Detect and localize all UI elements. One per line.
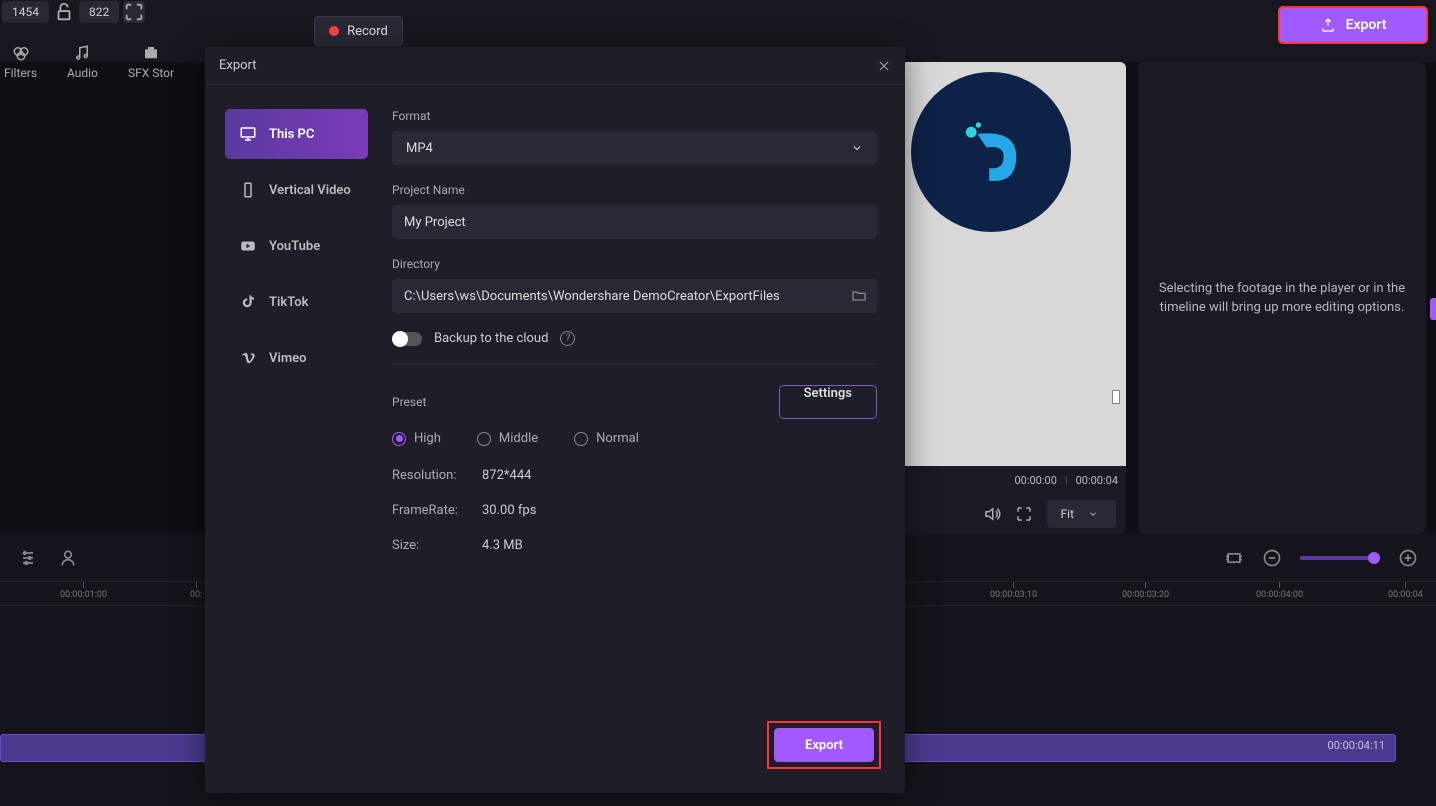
fit-dropdown[interactable]: Fit xyxy=(1047,500,1116,528)
youtube-icon xyxy=(239,237,257,255)
sidebar-item-this-pc[interactable]: This PC xyxy=(225,109,368,159)
zoom-slider[interactable] xyxy=(1300,556,1380,560)
resolution-key: Resolution: xyxy=(392,468,482,483)
export-top-label: Export xyxy=(1346,17,1387,33)
format-label: Format xyxy=(392,109,877,123)
preview-canvas[interactable] xyxy=(901,62,1126,466)
framerate-key: FrameRate: xyxy=(392,503,482,518)
record-button[interactable]: Record xyxy=(314,16,403,46)
zoom-in-icon[interactable] xyxy=(1398,548,1418,568)
tiktok-icon xyxy=(239,293,257,311)
ruler-tick: 00:00:04 xyxy=(1388,582,1423,600)
resolution-value: 872*444 xyxy=(482,468,877,483)
ruler-tick: 00:00:01:00 xyxy=(60,582,107,600)
properties-placeholder-text: Selecting the footage in the player or i… xyxy=(1158,279,1406,318)
dialog-title: Export xyxy=(219,58,257,73)
directory-label: Directory xyxy=(392,257,877,271)
size-value: 4.3 MB xyxy=(482,538,877,553)
preset-radio-high[interactable]: High xyxy=(392,431,441,446)
sidebar-item-vimeo[interactable]: Vimeo xyxy=(225,333,368,383)
framerate-value: 30.00 fps xyxy=(482,503,877,518)
close-icon[interactable] xyxy=(877,59,891,73)
record-dot-icon xyxy=(329,26,339,36)
preview-current-time: 00:00:00 xyxy=(1014,474,1056,487)
preview-scroll-handle[interactable] xyxy=(1112,390,1120,404)
preset-radio-normal[interactable]: Normal xyxy=(574,431,639,446)
chevron-down-icon xyxy=(1088,509,1098,519)
export-icon xyxy=(1320,17,1336,33)
record-label: Record xyxy=(347,24,388,39)
vimeo-label: Vimeo xyxy=(269,351,306,366)
canvas-width[interactable]: 1454 xyxy=(2,1,49,23)
sidebar-item-vertical-video[interactable]: Vertical Video xyxy=(225,165,368,215)
export-top-button[interactable]: Export xyxy=(1278,6,1428,44)
phone-icon xyxy=(239,181,257,199)
preview-logo xyxy=(911,72,1071,232)
ruler-tick: 00:00:03:20 xyxy=(1122,582,1169,600)
fit-label: Fit xyxy=(1061,507,1074,521)
sidebar-item-youtube[interactable]: YouTube xyxy=(225,221,368,271)
preview-panel: 00:00:00 | 00:00:04 Fit xyxy=(901,62,1126,534)
sidebar-item-tiktok[interactable]: TikTok xyxy=(225,277,368,327)
backup-toggle[interactable] xyxy=(392,332,422,346)
properties-panel: Selecting the footage in the player or i… xyxy=(1138,62,1426,534)
project-name-input[interactable]: My Project xyxy=(392,205,877,239)
project-name-label: Project Name xyxy=(392,183,877,197)
help-icon[interactable]: ? xyxy=(560,331,575,346)
directory-value: C:\Users\ws\Documents\Wondershare DemoCr… xyxy=(404,289,780,304)
export-dialog: Export This PC Vertical Video YouTube Ti… xyxy=(205,47,905,793)
format-value: MP4 xyxy=(406,141,433,156)
preset-high-label: High xyxy=(414,431,441,446)
preset-normal-label: Normal xyxy=(596,431,639,446)
fullscreen-icon[interactable] xyxy=(1015,505,1033,523)
canvas-height[interactable]: 822 xyxy=(79,1,119,23)
timeline-settings-icon[interactable] xyxy=(18,548,38,568)
folder-browse-icon[interactable] xyxy=(851,288,867,304)
export-highlight-frame: Export xyxy=(767,721,881,769)
export-button[interactable]: Export xyxy=(774,728,874,762)
format-select[interactable]: MP4 xyxy=(392,131,877,165)
preset-middle-label: Middle xyxy=(499,431,538,446)
ruler-tick: 00: xyxy=(190,582,202,600)
zoom-out-icon[interactable] xyxy=(1262,548,1282,568)
project-name-value: My Project xyxy=(404,215,466,230)
vimeo-icon xyxy=(239,349,257,367)
youtube-label: YouTube xyxy=(269,239,320,254)
expand-canvas-icon[interactable] xyxy=(123,1,145,23)
chevron-down-icon xyxy=(851,142,863,154)
lock-aspect-icon[interactable] xyxy=(53,1,75,23)
tiktok-label: TikTok xyxy=(269,295,308,310)
this-pc-label: This PC xyxy=(269,127,314,142)
preset-label: Preset xyxy=(392,395,426,409)
volume-icon[interactable] xyxy=(983,505,1001,523)
ruler-tick: 00:00:04:00 xyxy=(1256,582,1303,600)
backup-label: Backup to the cloud xyxy=(434,331,548,346)
ruler-tick: 00:00:03:10 xyxy=(990,582,1037,600)
monitor-icon xyxy=(239,125,257,143)
directory-input[interactable]: C:\Users\ws\Documents\Wondershare DemoCr… xyxy=(392,279,877,313)
time-divider: | xyxy=(1065,474,1068,487)
size-key: Size: xyxy=(392,538,482,553)
voiceover-icon[interactable] xyxy=(58,548,78,568)
preset-radio-middle[interactable]: Middle xyxy=(477,431,538,446)
settings-button[interactable]: Settings xyxy=(779,385,877,419)
divider xyxy=(392,364,877,365)
preview-side-tab[interactable] xyxy=(1430,298,1436,320)
fit-timeline-icon[interactable] xyxy=(1224,548,1244,568)
preview-total-time: 00:00:04 xyxy=(1076,474,1118,487)
clip-duration: 00:00:04:11 xyxy=(1328,739,1385,752)
vertical-video-label: Vertical Video xyxy=(269,183,351,198)
